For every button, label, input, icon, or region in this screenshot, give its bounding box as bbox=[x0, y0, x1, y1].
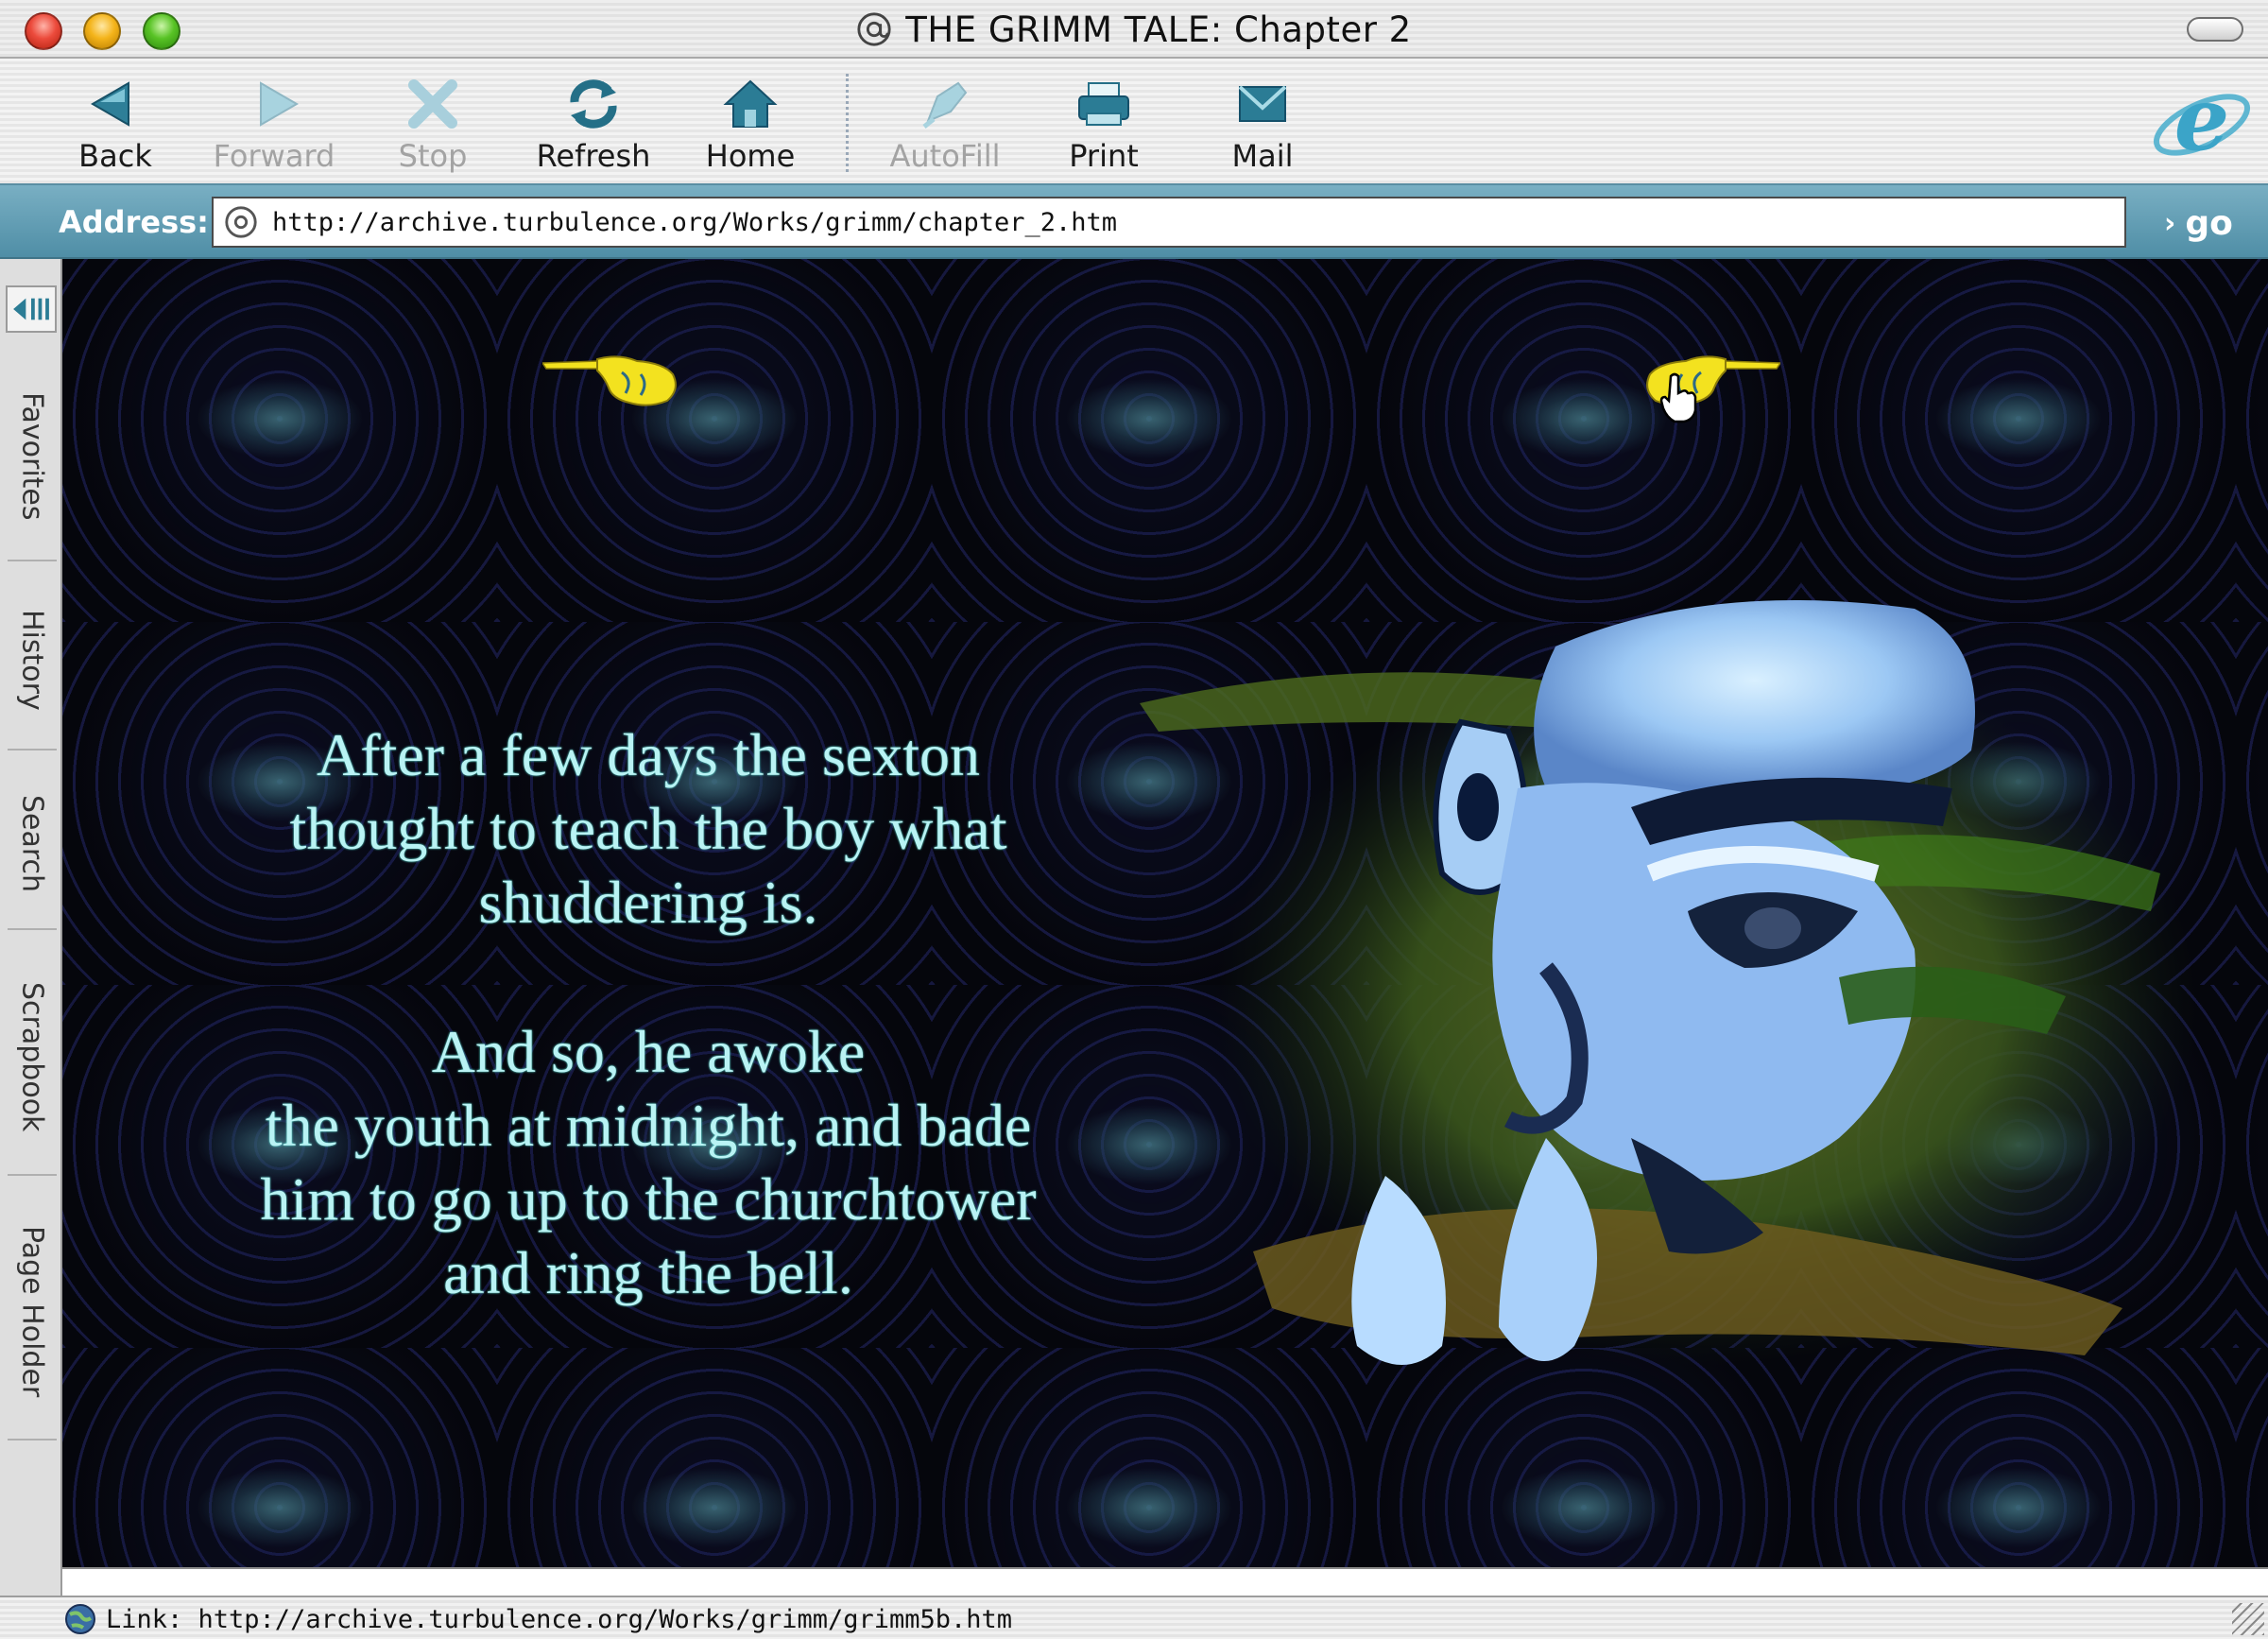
story-line: thought to teach the boy what bbox=[289, 795, 1007, 862]
home-label: Home bbox=[705, 138, 796, 174]
sidebar-tab-history[interactable]: History bbox=[8, 571, 57, 750]
status-bar: Link: http://archive.turbulence.org/Work… bbox=[0, 1596, 2268, 1639]
story-line: After a few days the sexton bbox=[317, 721, 980, 788]
story-line: shuddering is. bbox=[478, 869, 818, 936]
sexton-portrait-image bbox=[1140, 600, 2198, 1365]
sidebar-tab-page-holder[interactable]: Page Holder bbox=[8, 1185, 57, 1441]
printer-icon bbox=[1078, 82, 1129, 126]
url-input[interactable] bbox=[272, 207, 2068, 237]
pointing-hand-left-icon[interactable] bbox=[542, 352, 684, 408]
mail-label: Mail bbox=[1231, 138, 1294, 174]
back-label: Back bbox=[78, 138, 152, 174]
autofill-icon bbox=[922, 81, 968, 129]
toolbar-toggle-button[interactable] bbox=[2187, 17, 2243, 42]
refresh-button[interactable]: Refresh bbox=[527, 76, 660, 180]
story-text: After a few days the sexton thought to t… bbox=[147, 718, 1149, 1310]
go-label: go bbox=[2185, 203, 2233, 243]
story-line: the youth at midnight, and bade bbox=[265, 1092, 1032, 1159]
browser-toolbar: Back Forward Stop Refresh Home AutoFill … bbox=[0, 59, 2268, 183]
refresh-label: Refresh bbox=[536, 138, 651, 174]
internet-explorer-logo: e bbox=[2153, 72, 2251, 170]
window-resize-handle[interactable] bbox=[2232, 1603, 2264, 1635]
toolbar-separator bbox=[846, 74, 849, 172]
home-icon bbox=[723, 79, 778, 128]
refresh-icon bbox=[570, 79, 617, 129]
stop-x-icon bbox=[408, 79, 457, 129]
forward-label: Forward bbox=[213, 138, 335, 174]
at-sign-icon bbox=[857, 12, 891, 46]
address-label: Address: bbox=[59, 204, 209, 240]
back-button[interactable]: Back bbox=[49, 76, 181, 180]
story-paragraph-1: After a few days the sexton thought to t… bbox=[147, 718, 1149, 940]
sidebar-tab-scrapbook[interactable]: Scrapbook bbox=[8, 940, 57, 1176]
sidebar-tab-search[interactable]: Search bbox=[8, 760, 57, 930]
autofill-button[interactable]: AutoFill bbox=[879, 76, 1011, 180]
chevron-right-icon: › bbox=[2164, 206, 2176, 240]
window-title-bar[interactable]: THE GRIMM TALE: Chapter 2 bbox=[0, 0, 2268, 59]
horizontal-scrollbar[interactable] bbox=[62, 1567, 2268, 1596]
home-button[interactable]: Home bbox=[684, 76, 816, 180]
story-line: And so, he awoke bbox=[431, 1018, 866, 1085]
svg-text:e: e bbox=[2174, 72, 2230, 170]
story-paragraph-2: And so, he awoke the youth at midnight, … bbox=[147, 1015, 1149, 1310]
print-label: Print bbox=[1069, 138, 1139, 174]
window-title-group: THE GRIMM TALE: Chapter 2 bbox=[0, 0, 2268, 59]
address-field[interactable] bbox=[212, 197, 2126, 248]
story-line: him to go up to the churchtower bbox=[260, 1165, 1037, 1233]
explorer-sidebar: Favorites History Search Scrapbook Page … bbox=[0, 259, 62, 1614]
go-button[interactable]: › go bbox=[2164, 198, 2259, 248]
globe-icon bbox=[65, 1604, 95, 1634]
stop-label: Stop bbox=[398, 138, 468, 174]
address-bar: Address: › go bbox=[0, 183, 2268, 259]
sidebar-tab-favorites[interactable]: Favorites bbox=[8, 354, 57, 561]
status-link-text: Link: http://archive.turbulence.org/Work… bbox=[106, 1605, 1013, 1634]
sidebar-collapse-icon bbox=[13, 298, 49, 320]
stop-button[interactable]: Stop bbox=[367, 76, 499, 180]
window-title: THE GRIMM TALE: Chapter 2 bbox=[905, 9, 1412, 50]
print-button[interactable]: Print bbox=[1038, 76, 1170, 180]
web-page-content: After a few days the sexton thought to t… bbox=[62, 259, 2268, 1567]
back-arrow-icon bbox=[91, 81, 129, 127]
sidebar-toggle-button[interactable] bbox=[6, 285, 57, 333]
forward-arrow-icon bbox=[260, 81, 299, 127]
page-at-icon bbox=[225, 206, 257, 238]
mail-icon bbox=[1238, 85, 1287, 122]
autofill-label: AutoFill bbox=[889, 138, 1001, 174]
mail-button[interactable]: Mail bbox=[1196, 76, 1329, 180]
forward-button[interactable]: Forward bbox=[208, 76, 340, 180]
hand-cursor-icon bbox=[1659, 372, 1697, 423]
story-line: and ring the bell. bbox=[443, 1239, 853, 1306]
